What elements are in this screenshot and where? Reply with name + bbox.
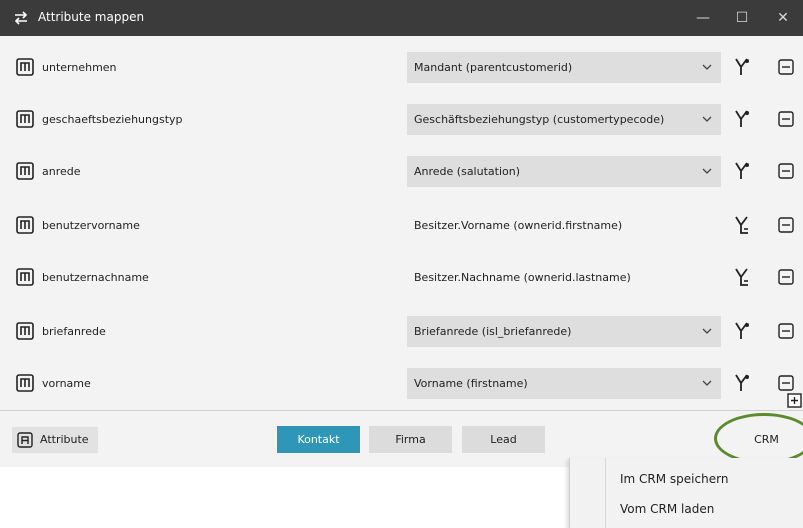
remove-mapping-icon[interactable] [778,217,794,233]
menu-item-load-from-crm[interactable]: Vom CRM laden [620,502,714,516]
attribute-name: benutzervorname [42,219,140,232]
plus-box-icon[interactable] [787,393,802,408]
attribute-name: geschaeftsbeziehungstyp [42,113,183,126]
mapping-row: unternehmen Mandant (parentcustomerid) [0,42,803,94]
dropdown-value: Anrede (salutation) [414,165,520,178]
mapping-row: vorname Vorname (firstname) [0,356,803,408]
highlight-circle [714,413,803,464]
dropdown-value: Mandant (parentcustomerid) [414,61,573,74]
branch-merge-icon[interactable] [734,216,750,234]
attribute-name: anrede [42,165,81,178]
tab-lead[interactable]: Lead [462,426,545,453]
m-box-icon [16,162,34,180]
remove-mapping-icon[interactable] [778,111,794,127]
branch-fork-icon[interactable] [734,374,750,392]
branch-fork-icon[interactable] [734,58,750,76]
crm-field-dropdown[interactable]: Briefanrede (isl_briefanrede) [407,316,721,347]
mapped-field-value: Besitzer.Vorname (ownerid.firstname) [414,219,623,232]
remove-mapping-icon[interactable] [778,163,794,179]
attribute-name: briefanrede [42,325,106,338]
maximize-button[interactable]: ☐ [722,0,762,36]
swap-arrows-icon [14,11,28,25]
crm-field-dropdown[interactable]: Mandant (parentcustomerid) [407,52,721,83]
remove-mapping-icon[interactable] [778,59,794,75]
chevron-down-icon [702,328,712,334]
m-box-icon [16,322,34,340]
crm-context-menu: Im CRM speichern Vom CRM laden [569,458,803,528]
close-button[interactable]: ✕ [763,0,803,36]
remove-mapping-icon[interactable] [778,375,794,391]
chevron-down-icon [702,380,712,386]
mapping-row: geschaeftsbeziehungstyp Geschäftsbeziehu… [0,94,803,146]
minimize-button[interactable]: — [683,0,723,36]
branch-fork-icon[interactable] [734,110,750,128]
remove-mapping-icon[interactable] [778,323,794,339]
attribute-name: vorname [42,377,91,390]
crm-field-dropdown[interactable]: Vorname (firstname) [407,368,721,399]
tab-firma[interactable]: Firma [369,426,452,453]
mapped-field-value: Besitzer.Nachname (ownerid.lastname) [414,271,631,284]
window-title: Attribute mappen [38,10,145,24]
attribute-mapping-window: Attribute mappen — ☐ ✕ unternehmen Manda… [0,0,803,467]
attribute-button-label: Attribute [40,433,89,446]
remove-mapping-icon[interactable] [778,269,794,285]
attribute-button[interactable]: Attribute [12,427,98,453]
a-box-icon [17,432,33,448]
mapping-row: benutzervorname Besitzer.Vorname (owneri… [0,198,803,250]
branch-fork-icon[interactable] [734,162,750,180]
m-box-icon [16,268,34,286]
title-bar: Attribute mappen — ☐ ✕ [0,0,803,36]
dropdown-value: Vorname (firstname) [414,377,528,390]
attribute-name: benutzernachname [42,271,149,284]
m-box-icon [16,110,34,128]
branch-fork-icon[interactable] [734,322,750,340]
menu-item-save-to-crm[interactable]: Im CRM speichern [620,472,728,486]
attribute-name: unternehmen [42,61,117,74]
m-box-icon [16,58,34,76]
crm-field-dropdown[interactable]: Geschäftsbeziehungstyp (customertypecode… [407,104,721,135]
chevron-down-icon [702,168,712,174]
branch-merge-icon[interactable] [734,268,750,286]
menu-gutter-separator [605,458,606,528]
mapping-row: briefanrede Briefanrede (isl_briefanrede… [0,302,803,354]
chevron-down-icon [702,64,712,70]
tab-kontakt[interactable]: Kontakt [277,426,360,453]
crm-field-dropdown[interactable]: Anrede (salutation) [407,156,721,187]
mapping-row: anrede Anrede (salutation) [0,146,803,198]
m-box-icon [16,374,34,392]
m-box-icon [16,216,34,234]
mapping-row: benutzernachname Besitzer.Nachname (owne… [0,250,803,302]
dropdown-value: Geschäftsbeziehungstyp (customertypecode… [414,113,665,126]
dropdown-value: Briefanrede (isl_briefanrede) [414,325,572,338]
chevron-down-icon [702,116,712,122]
